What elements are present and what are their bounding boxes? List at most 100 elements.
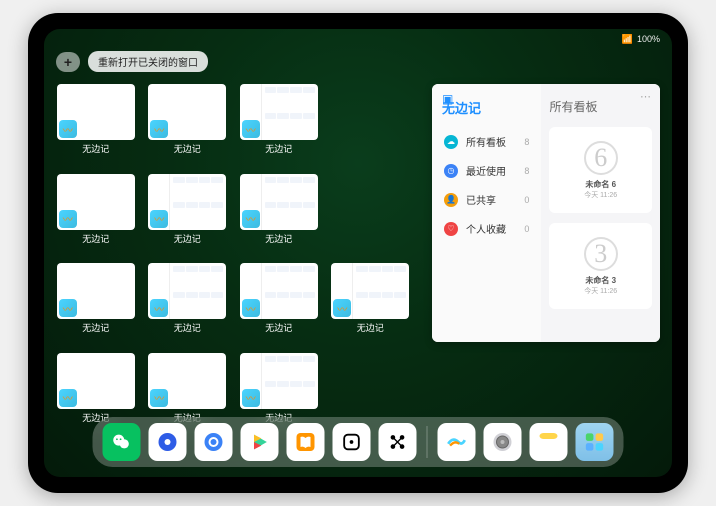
- panel-nav: 无边记 ☁ 所有看板 8 ◷ 最近使用 8 👤 已共享 0 ♡ 个人收藏 0: [432, 84, 541, 342]
- menu-label: 个人收藏: [466, 221, 506, 236]
- board-name: 未命名 6: [585, 179, 616, 190]
- dock-app-dice[interactable]: [333, 423, 371, 461]
- sidebar-toggle-icon[interactable]: ▣: [442, 92, 453, 106]
- menu-label: 已共享: [466, 192, 496, 207]
- thumb-canvas: [57, 174, 135, 230]
- sidebar-panel[interactable]: ▣ ⋯ 无边记 ☁ 所有看板 8 ◷ 最近使用 8 👤 已共享 0 ♡ 个人收藏 0 所有看板 …: [432, 84, 660, 342]
- window-label: 无边记: [174, 232, 201, 245]
- window-thumb[interactable]: 无边记: [239, 263, 319, 345]
- dock-app-folder[interactable]: [576, 423, 614, 461]
- cloud-icon: ☁: [444, 135, 458, 149]
- board-time: 今天 11:26: [584, 286, 617, 296]
- menu-count: 8: [524, 166, 529, 176]
- window-label: 无边记: [82, 142, 109, 155]
- thumb-canvas: [331, 263, 409, 319]
- wifi-icon: [622, 34, 633, 45]
- thumb-canvas: [57, 353, 135, 409]
- window-label: 无边记: [82, 232, 109, 245]
- dock-app-quark[interactable]: [149, 423, 187, 461]
- thumb-canvas: [240, 84, 318, 140]
- menu-label: 最近使用: [466, 163, 506, 178]
- board-card[interactable]: 3 未命名 3 今天 11:26: [549, 223, 652, 309]
- freeform-icon: [150, 120, 168, 138]
- menu-label: 所有看板: [466, 134, 506, 149]
- thumb-canvas: [240, 353, 318, 409]
- board-name: 未命名 3: [585, 275, 616, 286]
- window-label: 无边记: [357, 321, 384, 334]
- window-thumb[interactable]: 无边记: [239, 174, 319, 256]
- dock-separator: [427, 426, 428, 458]
- menu-recent[interactable]: ◷ 最近使用 8: [442, 156, 531, 185]
- dock-app-notes[interactable]: [530, 423, 568, 461]
- window-thumb[interactable]: 无边记: [239, 84, 319, 166]
- main-area: 无边记 无边记 无边记 无边记 无边记 无边记 无边记 无边记 无边记 无边记 …: [44, 78, 672, 434]
- window-label: 无边记: [82, 321, 109, 334]
- window-thumb[interactable]: 无边记: [56, 84, 136, 166]
- top-bar: + 重新打开已关闭的窗口: [44, 47, 672, 78]
- freeform-icon: [242, 120, 260, 138]
- board-card[interactable]: 6 未命名 6 今天 11:26: [549, 127, 652, 213]
- window-thumb[interactable]: 无边记: [331, 263, 411, 345]
- freeform-icon: [242, 210, 260, 228]
- window-thumb[interactable]: 无边记: [148, 174, 228, 256]
- window-label: 无边记: [174, 142, 201, 155]
- new-window-button[interactable]: +: [56, 52, 80, 72]
- thumb-canvas: [148, 174, 226, 230]
- window-label: 无边记: [174, 321, 201, 334]
- panel-right-title: 所有看板: [549, 98, 652, 115]
- freeform-icon: [59, 210, 77, 228]
- panel-content: 所有看板 6 未命名 6 今天 11:26 3 未命名 3 今天 11:26: [541, 84, 660, 342]
- window-thumb[interactable]: 无边记: [56, 263, 136, 345]
- battery-indicator: 100%: [637, 34, 660, 44]
- window-grid: 无边记 无边记 无边记 无边记 无边记 无边记 无边记 无边记 无边记 无边记 …: [56, 84, 418, 434]
- freeform-icon: [333, 299, 351, 317]
- freeform-icon: [59, 120, 77, 138]
- menu-count: 0: [524, 224, 529, 234]
- freeform-icon: [242, 389, 260, 407]
- board-time: 今天 11:26: [584, 190, 617, 200]
- thumb-canvas: [148, 263, 226, 319]
- screen: 100% + 重新打开已关闭的窗口 无边记 无边记 无边记 无边记 无边记 无边…: [44, 29, 672, 477]
- menu-count: 8: [524, 137, 529, 147]
- tablet-frame: 100% + 重新打开已关闭的窗口 无边记 无边记 无边记 无边记 无边记 无边…: [28, 13, 688, 493]
- dock-app-settings[interactable]: [484, 423, 522, 461]
- dock: [93, 417, 624, 467]
- menu-all-boards[interactable]: ☁ 所有看板 8: [442, 127, 531, 156]
- dock-app-wechat[interactable]: [103, 423, 141, 461]
- menu-count: 0: [524, 195, 529, 205]
- freeform-icon: [150, 210, 168, 228]
- thumb-canvas: [240, 263, 318, 319]
- thumb-canvas: [57, 84, 135, 140]
- heart-icon: ♡: [444, 222, 458, 236]
- thumb-canvas: [240, 174, 318, 230]
- dock-app-books[interactable]: [287, 423, 325, 461]
- window-thumb[interactable]: 无边记: [148, 263, 228, 345]
- board-thumb: 3: [584, 237, 618, 271]
- freeform-icon: [150, 389, 168, 407]
- dock-app-play[interactable]: [241, 423, 279, 461]
- more-icon[interactable]: ⋯: [640, 90, 652, 103]
- window-thumb[interactable]: 无边记: [148, 84, 228, 166]
- status-bar: 100%: [44, 29, 672, 47]
- window-label: 无边记: [265, 232, 292, 245]
- board-thumb: 6: [584, 141, 618, 175]
- menu-shared[interactable]: 👤 已共享 0: [442, 185, 531, 214]
- clock-icon: ◷: [444, 164, 458, 178]
- menu-favorites[interactable]: ♡ 个人收藏 0: [442, 214, 531, 243]
- thumb-canvas: [148, 84, 226, 140]
- person-icon: 👤: [444, 193, 458, 207]
- freeform-icon: [59, 389, 77, 407]
- freeform-icon: [150, 299, 168, 317]
- dock-app-freeform[interactable]: [438, 423, 476, 461]
- thumb-canvas: [148, 353, 226, 409]
- thumb-canvas: [57, 263, 135, 319]
- window-thumb[interactable]: 无边记: [56, 174, 136, 256]
- freeform-icon: [59, 299, 77, 317]
- reopen-closed-button[interactable]: 重新打开已关闭的窗口: [88, 51, 208, 72]
- window-label: 无边记: [265, 321, 292, 334]
- dock-app-browser[interactable]: [195, 423, 233, 461]
- dock-app-connect[interactable]: [379, 423, 417, 461]
- panel-title: 无边记: [442, 98, 531, 117]
- freeform-icon: [242, 299, 260, 317]
- window-label: 无边记: [265, 142, 292, 155]
